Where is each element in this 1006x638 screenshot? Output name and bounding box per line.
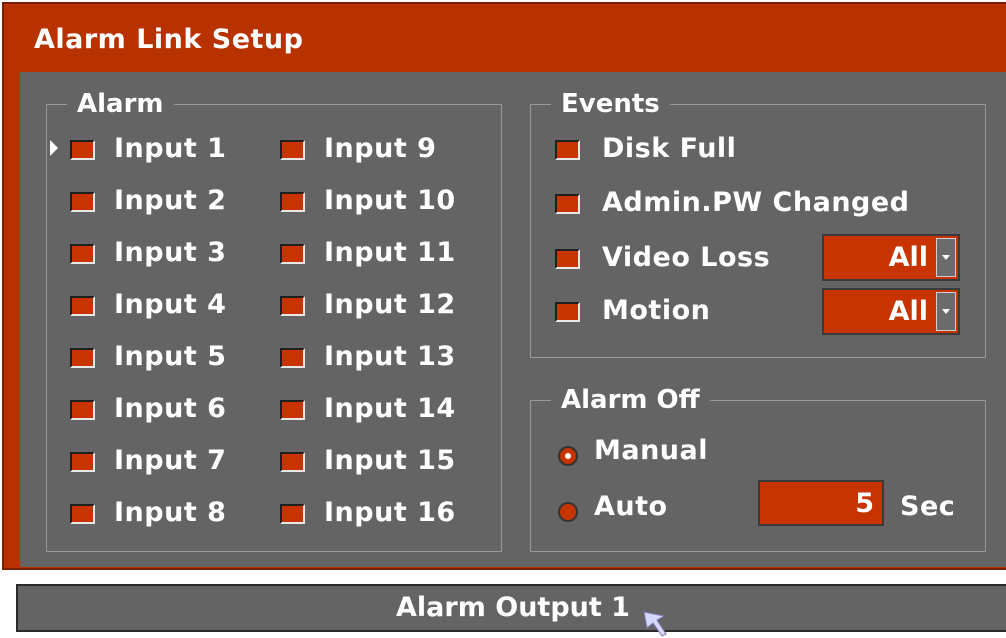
auto-radio[interactable] — [558, 502, 578, 522]
window-title: Alarm Link Setup — [34, 24, 304, 55]
content-panel: Alarm Input 1 Input 2 Input 3 Input 4 In… — [20, 72, 1006, 567]
input-14-checkbox[interactable] — [280, 400, 305, 420]
input-5-checkbox[interactable] — [70, 348, 95, 368]
motion-label: Motion — [602, 295, 711, 326]
alarm-off-legend: Alarm Off — [551, 383, 710, 417]
mouse-pointer-icon — [643, 611, 667, 637]
video-loss-label: Video Loss — [602, 242, 771, 273]
input-16-checkbox[interactable] — [280, 504, 305, 524]
motion-select[interactable]: All — [822, 288, 960, 335]
alarm-output-selector[interactable]: Alarm Output 1 — [16, 584, 1006, 632]
radio-selected-dot — [565, 453, 571, 459]
input-16-label: Input 16 — [324, 497, 456, 528]
input-9-checkbox[interactable] — [280, 140, 305, 160]
input-4-checkbox[interactable] — [70, 296, 95, 316]
input-8-label: Input 8 — [114, 497, 227, 528]
input-13-checkbox[interactable] — [280, 348, 305, 368]
input-10-checkbox[interactable] — [280, 192, 305, 212]
input-3-checkbox[interactable] — [70, 244, 95, 264]
input-4-label: Input 4 — [114, 289, 227, 320]
manual-label: Manual — [594, 435, 709, 466]
motion-select-value: All — [888, 296, 928, 327]
disk-full-checkbox[interactable] — [555, 140, 580, 160]
video-loss-checkbox[interactable] — [555, 249, 580, 269]
input-11-checkbox[interactable] — [280, 244, 305, 264]
alarm-legend: Alarm — [67, 87, 174, 121]
input-13-label: Input 13 — [324, 341, 456, 372]
input-12-label: Input 12 — [324, 289, 456, 320]
input-7-checkbox[interactable] — [70, 452, 95, 472]
input-1-label: Input 1 — [114, 133, 227, 164]
input-1-checkbox[interactable] — [70, 140, 95, 160]
input-12-checkbox[interactable] — [280, 296, 305, 316]
admin-pw-changed-checkbox[interactable] — [555, 194, 580, 214]
input-8-checkbox[interactable] — [70, 504, 95, 524]
input-2-checkbox[interactable] — [70, 192, 95, 212]
alarm-group: Alarm — [46, 87, 502, 552]
auto-seconds-value: 5 — [855, 488, 874, 519]
input-11-label: Input 11 — [324, 237, 456, 268]
input-15-checkbox[interactable] — [280, 452, 305, 472]
input-9-label: Input 9 — [324, 133, 437, 164]
disk-full-label: Disk Full — [602, 133, 737, 164]
chevron-down-icon[interactable] — [936, 292, 956, 331]
input-2-label: Input 2 — [114, 185, 227, 216]
events-legend: Events — [551, 87, 670, 121]
alarm-off-group: Alarm Off — [530, 383, 986, 552]
motion-checkbox[interactable] — [555, 302, 580, 322]
manual-radio[interactable] — [558, 446, 578, 466]
alarm-link-setup-window: Alarm Link Setup Alarm Input 1 Input 2 I… — [2, 2, 1006, 570]
input-6-label: Input 6 — [114, 393, 227, 424]
input-10-label: Input 10 — [324, 185, 456, 216]
auto-seconds-input[interactable]: 5 — [758, 480, 884, 526]
input-14-label: Input 14 — [324, 393, 456, 424]
admin-pw-changed-label: Admin.PW Changed — [602, 187, 910, 218]
seconds-unit-label: Sec — [900, 491, 956, 522]
triangle-right-icon — [50, 140, 58, 156]
auto-label: Auto — [594, 491, 668, 522]
video-loss-select-value: All — [888, 242, 928, 273]
input-6-checkbox[interactable] — [70, 400, 95, 420]
chevron-down-icon[interactable] — [936, 238, 956, 277]
input-5-label: Input 5 — [114, 341, 227, 372]
input-7-label: Input 7 — [114, 445, 227, 476]
video-loss-select[interactable]: All — [822, 234, 960, 281]
input-15-label: Input 15 — [324, 445, 456, 476]
input-3-label: Input 3 — [114, 237, 227, 268]
